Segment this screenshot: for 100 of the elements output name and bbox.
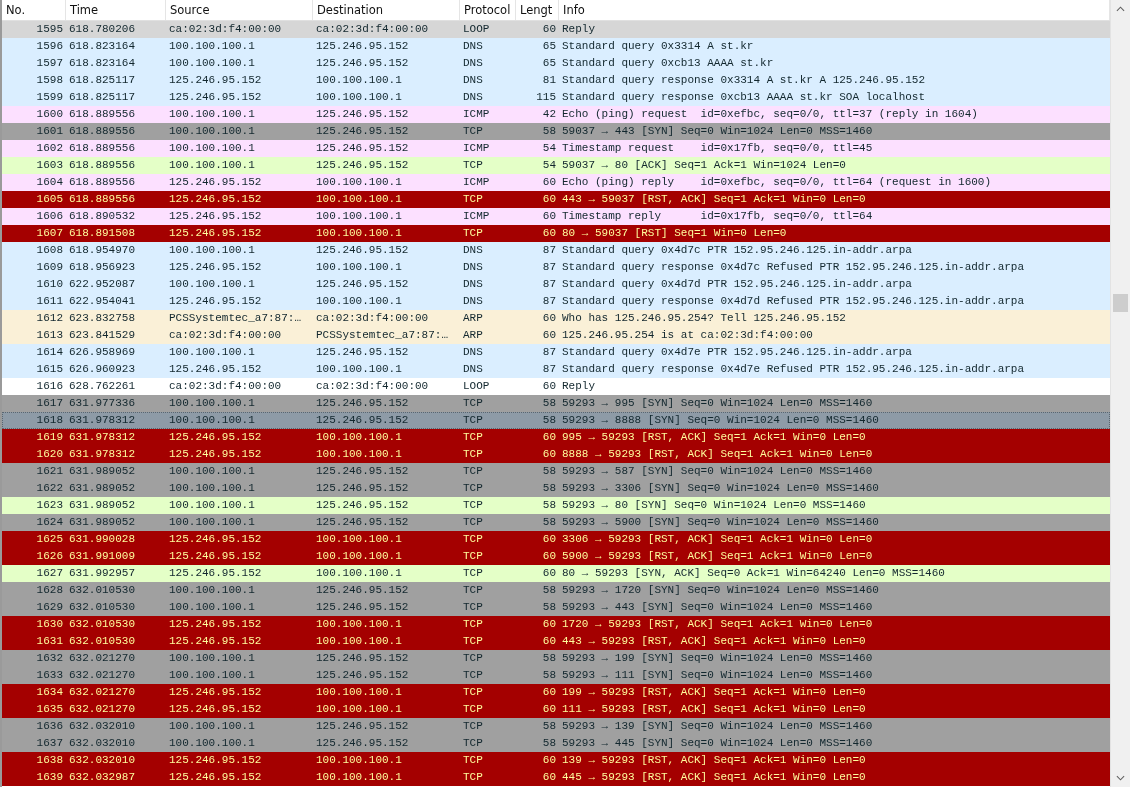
table-cell-text: 631.989052 [68,515,136,530]
packet-row[interactable]: 1615 626.960923 125.246.95.152 100.100.100.1 DNS 87 Standard query response 0x4d7e Refused PTR 152.95.246.125.in-addr.arpa [2,361,1110,378]
table-cell-text: 1627 [35,566,64,581]
column-header[interactable]: Source [166,0,313,20]
packet-row[interactable]: 1630 632.010530 125.246.95.152 100.100.100.1 TCP 60 1720 → 59293 [RST, ACK] Seq=1 Ack=1 Win=0 Len=0 [2,616,1110,633]
packet-row[interactable]: 1620 631.978312 125.246.95.152 100.100.100.1 TCP 60 8888 → 59293 [RST, ACK] Seq=1 Ack=1 Win=0 Len=0 [2,446,1110,463]
table-cell-text: 125.246.95.152 [168,447,263,462]
packet-row[interactable]: 1596 618.823164 100.100.100.1 125.246.95.152 DNS 65 Standard query 0x3314 A st.kr [2,38,1110,55]
packet-row[interactable]: 1603 618.889556 100.100.100.1 125.246.95.152 TCP 54 59037 → 80 [ACK] Seq=1 Ack=1 Win=1024 Len=0 [2,157,1110,174]
packet-row[interactable]: 1606 618.890532 125.246.95.152 100.100.100.1 ICMP 60 Timestamp reply id=0x17fb, seq=0/0, ttl=64 [2,208,1110,225]
table-cell-text: 1628 [35,583,64,598]
table-cell-text: 125.246.95.152 [168,566,263,581]
table-cell-text: 1634 [35,685,64,700]
table-cell-text: 618.825117 [68,73,136,88]
packet-row[interactable]: 1598 618.825117 125.246.95.152 100.100.100.1 DNS 81 Standard query response 0x3314 A st.kr A 125.246.95.152 [2,72,1110,89]
packet-row[interactable]: 1632 632.021270 100.100.100.1 125.246.95.152 TCP 58 59293 → 199 [SYN] Seq=0 Win=1024 Len=0 MSS=1460 [2,650,1110,667]
packet-row[interactable]: 1623 631.989052 100.100.100.1 125.246.95.152 TCP 58 59293 → 80 [SYN] Seq=0 Win=1024 Len=0 MSS=1460 [2,497,1110,514]
table-cell-text: 125.246.95.152 [315,651,410,666]
table-cell-text: Echo (ping) reply id=0xefbc, seq=0/0, ttl=64 (request in 1600) [561,175,993,190]
table-cell-text: 632.032010 [68,753,136,768]
packet-row[interactable]: 1636 632.032010 100.100.100.1 125.246.95.152 TCP 58 59293 → 139 [SYN] Seq=0 Win=1024 Len=0 MSS=1460 [2,718,1110,735]
packet-row[interactable]: 1627 631.992957 125.246.95.152 100.100.100.1 TCP 60 80 → 59293 [SYN, ACK] Seq=0 Ack=1 Win=64240 Len=0 MSS=1460 [2,565,1110,582]
table-cell-text: 623.832758 [68,311,136,326]
packet-row[interactable]: 1601 618.889556 100.100.100.1 125.246.95.152 TCP 58 59037 → 443 [SYN] Seq=0 Win=1024 Len=0 MSS=1460 [2,123,1110,140]
packet-row[interactable]: 1639 632.032987 125.246.95.152 100.100.100.1 TCP 60 445 → 59293 [RST, ACK] Seq=1 Ack=1 Win=0 Len=0 [2,769,1110,786]
table-cell-text: TCP [462,532,484,547]
table-cell-text: 1598 [35,73,64,88]
packet-row[interactable]: 1611 622.954041 125.246.95.152 100.100.100.1 DNS 87 Standard query response 0x4d7d Refused PTR 152.95.246.125.in-addr.arpa [2,293,1110,310]
table-cell-text: 59293 → 1720 [SYN] Seq=0 Win=1024 Len=0 MSS=1460 [561,583,880,598]
table-cell-text: 631.991009 [68,549,136,564]
packet-row[interactable]: 1610 622.952087 100.100.100.1 125.246.95.152 DNS 87 Standard query 0x4d7d PTR 152.95.246.125.in-addr.arpa [2,276,1110,293]
scroll-down-icon[interactable] [1116,775,1125,781]
packet-row[interactable]: 1609 618.956923 125.246.95.152 100.100.100.1 DNS 87 Standard query response 0x4d7c Refused PTR 152.95.246.125.in-addr.arpa [2,259,1110,276]
table-cell-text: ICMP [462,141,491,156]
packet-row[interactable]: 1637 632.032010 100.100.100.1 125.246.95.152 TCP 58 59293 → 445 [SYN] Seq=0 Win=1024 Len=0 MSS=1460 [2,735,1110,752]
table-cell-text: 100.100.100.1 [168,413,256,428]
packet-row[interactable]: 1622 631.989052 100.100.100.1 125.246.95.152 TCP 58 59293 → 3306 [SYN] Seq=0 Win=1024 Len=0 MSS=1460 [2,480,1110,497]
packet-row[interactable]: 1625 631.990028 125.246.95.152 100.100.100.1 TCP 60 3306 → 59293 [RST, ACK] Seq=1 Ack=1 Win=0 Len=0 [2,531,1110,548]
table-cell-text: ca:02:3d:f4:00:00 [168,22,283,37]
packet-row[interactable]: 1608 618.954970 100.100.100.1 125.246.95.152 DNS 87 Standard query 0x4d7c PTR 152.95.246.125.in-addr.arpa [2,242,1110,259]
table-cell-text: 125.246.95.152 [315,141,410,156]
packet-row[interactable]: 1635 632.021270 125.246.95.152 100.100.100.1 TCP 60 111 → 59293 [RST, ACK] Seq=1 Ack=1 Win=0 Len=0 [2,701,1110,718]
packet-row[interactable]: 1600 618.889556 100.100.100.1 125.246.95.152 ICMP 42 Echo (ping) request id=0xefbc, seq=0/0, ttl=37 (reply in 1604) [2,106,1110,123]
table-cell-text: ca:02:3d:f4:00:00 [315,379,430,394]
column-header[interactable]: Lengt [516,0,559,20]
table-cell-text: 631.992957 [68,566,136,581]
table-cell-text: 58 [541,481,557,496]
table-cell-text: 125.246.95.152 [315,600,410,615]
packet-row[interactable]: 1624 631.989052 100.100.100.1 125.246.95.152 TCP 58 59293 → 5900 [SYN] Seq=0 Win=1024 Len=0 MSS=1460 [2,514,1110,531]
table-cell-text: 632.021270 [68,702,136,717]
table-cell-text: 618.780206 [68,22,136,37]
scroll-thumb[interactable] [1113,294,1128,312]
packet-row[interactable]: 1617 631.977336 100.100.100.1 125.246.95.152 TCP 58 59293 → 995 [SYN] Seq=0 Win=1024 Len=0 MSS=1460 [2,395,1110,412]
packet-row[interactable]: 1612 623.832758 PCSSystemtec_a7:87:… ca:02:3d:f4:00:00 ARP 60 Who has 125.246.95.254? Tell 125.246.95.152 [2,310,1110,327]
table-cell-text: 100.100.100.1 [168,124,256,139]
packet-row[interactable]: 1633 632.021270 100.100.100.1 125.246.95.152 TCP 58 59293 → 111 [SYN] Seq=0 Win=1024 Len=0 MSS=1460 [2,667,1110,684]
scrollbar[interactable] [1110,0,1130,787]
packet-row[interactable]: 1634 632.021270 125.246.95.152 100.100.100.1 TCP 60 199 → 59293 [RST, ACK] Seq=1 Ack=1 Win=0 Len=0 [2,684,1110,701]
packet-row[interactable]: 1605 618.889556 125.246.95.152 100.100.100.1 TCP 60 443 → 59037 [RST, ACK] Seq=1 Ack=1 Win=0 Len=0 [2,191,1110,208]
packet-row[interactable]: 1626 631.991009 125.246.95.152 100.100.100.1 TCP 60 5900 → 59293 [RST, ACK] Seq=1 Ack=1 Win=0 Len=0 [2,548,1110,565]
column-header[interactable]: Protocol [460,0,516,20]
packet-row[interactable]: 1613 623.841529 ca:02:3d:f4:00:00 PCSSystemtec_a7:87:… ARP 60 125.246.95.254 is at ca:02:3d:f4:00:00 [2,327,1110,344]
column-header[interactable]: Destination [313,0,460,20]
table-cell-text: Reply [561,22,596,37]
table-cell-text: ICMP [462,175,491,190]
table-cell-text: 100.100.100.1 [168,719,256,734]
table-cell-text: Standard query 0xcb13 AAAA st.kr [561,56,775,71]
table-cell-text: 125.246.95.152 [315,498,410,513]
table-cell-text: 1639 [35,770,64,785]
table-cell-text: 42 [541,107,557,122]
packet-row[interactable]: 1631 632.010530 125.246.95.152 100.100.100.1 TCP 60 443 → 59293 [RST, ACK] Seq=1 Ack=1 Win=0 Len=0 [2,633,1110,650]
table-cell-text: 100.100.100.1 [315,566,403,581]
packet-row[interactable]: 1597 618.823164 100.100.100.1 125.246.95.152 DNS 65 Standard query 0xcb13 AAAA st.kr [2,55,1110,72]
packet-row[interactable]: 1614 626.958969 100.100.100.1 125.246.95.152 DNS 87 Standard query 0x4d7e PTR 152.95.246.125.in-addr.arpa [2,344,1110,361]
packet-row[interactable]: 1638 632.032010 125.246.95.152 100.100.100.1 TCP 60 139 → 59293 [RST, ACK] Seq=1 Ack=1 Win=0 Len=0 [2,752,1110,769]
packet-row[interactable]: 1628 632.010530 100.100.100.1 125.246.95.152 TCP 58 59293 → 1720 [SYN] Seq=0 Win=1024 Len=0 MSS=1460 [2,582,1110,599]
packet-row[interactable]: 1607 618.891508 125.246.95.152 100.100.100.1 TCP 60 80 → 59037 [RST] Seq=1 Win=0 Len=0 [2,225,1110,242]
table-cell-text: DNS [462,260,484,275]
table-cell-text: 59037 → 443 [SYN] Seq=0 Win=1024 Len=0 MSS=1460 [561,124,874,139]
table-cell-text: 632.010530 [68,600,136,615]
packet-row[interactable]: 1621 631.989052 100.100.100.1 125.246.95.152 TCP 58 59293 → 587 [SYN] Seq=0 Win=1024 Len=0 MSS=1460 [2,463,1110,480]
scroll-up-icon[interactable] [1116,6,1125,12]
table-cell-text: 623.841529 [68,328,136,343]
packet-row[interactable]: 1604 618.889556 125.246.95.152 100.100.100.1 ICMP 60 Echo (ping) reply id=0xefbc, seq=0/0, ttl=64 (request in 1600) [2,174,1110,191]
packet-row[interactable]: 1629 632.010530 100.100.100.1 125.246.95.152 TCP 58 59293 → 443 [SYN] Seq=0 Win=1024 Len=0 MSS=1460 [2,599,1110,616]
packet-row[interactable]: 1602 618.889556 100.100.100.1 125.246.95.152 ICMP 54 Timestamp request id=0x17fb, seq=0/0, ttl=45 [2,140,1110,157]
table-cell-text: 60 [541,379,557,394]
packet-row[interactable]: 1619 631.978312 125.246.95.152 100.100.100.1 TCP 60 995 → 59293 [RST, ACK] Seq=1 Ack=1 Win=0 Len=0 [2,429,1110,446]
table-cell-text: 1601 [35,124,64,139]
table-cell-text: 87 [541,243,557,258]
table-cell-text: 125.246.95.152 [168,549,263,564]
packet-row[interactable]: 1595 618.780206 ca:02:3d:f4:00:00 ca:02:3d:f4:00:00 LOOP 60 Reply [2,21,1110,38]
packet-row[interactable]: 1618 631.978312 100.100.100.1 125.246.95.152 TCP 58 59293 → 8888 [SYN] Seq=0 Win=1024 Len=0 MSS=1460 [2,412,1110,429]
column-header[interactable]: Time [66,0,166,20]
table-cell-text: 631.989052 [68,498,136,513]
table-cell-text: 125.246.95.152 [168,702,263,717]
column-header[interactable]: No. [2,0,66,20]
table-cell-text: 125.246.95.152 [168,73,263,88]
packet-row[interactable]: 1599 618.825117 125.246.95.152 100.100.100.1 DNS 115 Standard query response 0xcb13 AAAA st.kr SOA localhost [2,89,1110,106]
table-cell-text: 125.246.95.152 [168,226,263,241]
